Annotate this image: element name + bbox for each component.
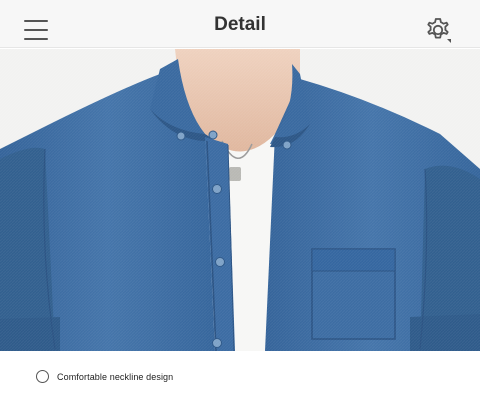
top-app-bar: Detail: [0, 0, 480, 48]
feature-label: Comfortable neckline design: [57, 371, 174, 382]
page-title: Detail: [214, 14, 266, 35]
denim-shirt-image: [0, 49, 480, 351]
gear-icon: [427, 18, 451, 43]
product-photo: [0, 49, 480, 351]
feature-option[interactable]: Comfortable neckline design: [36, 370, 173, 383]
settings-button[interactable]: [423, 15, 453, 45]
radio-unchecked-icon[interactable]: [36, 370, 49, 383]
